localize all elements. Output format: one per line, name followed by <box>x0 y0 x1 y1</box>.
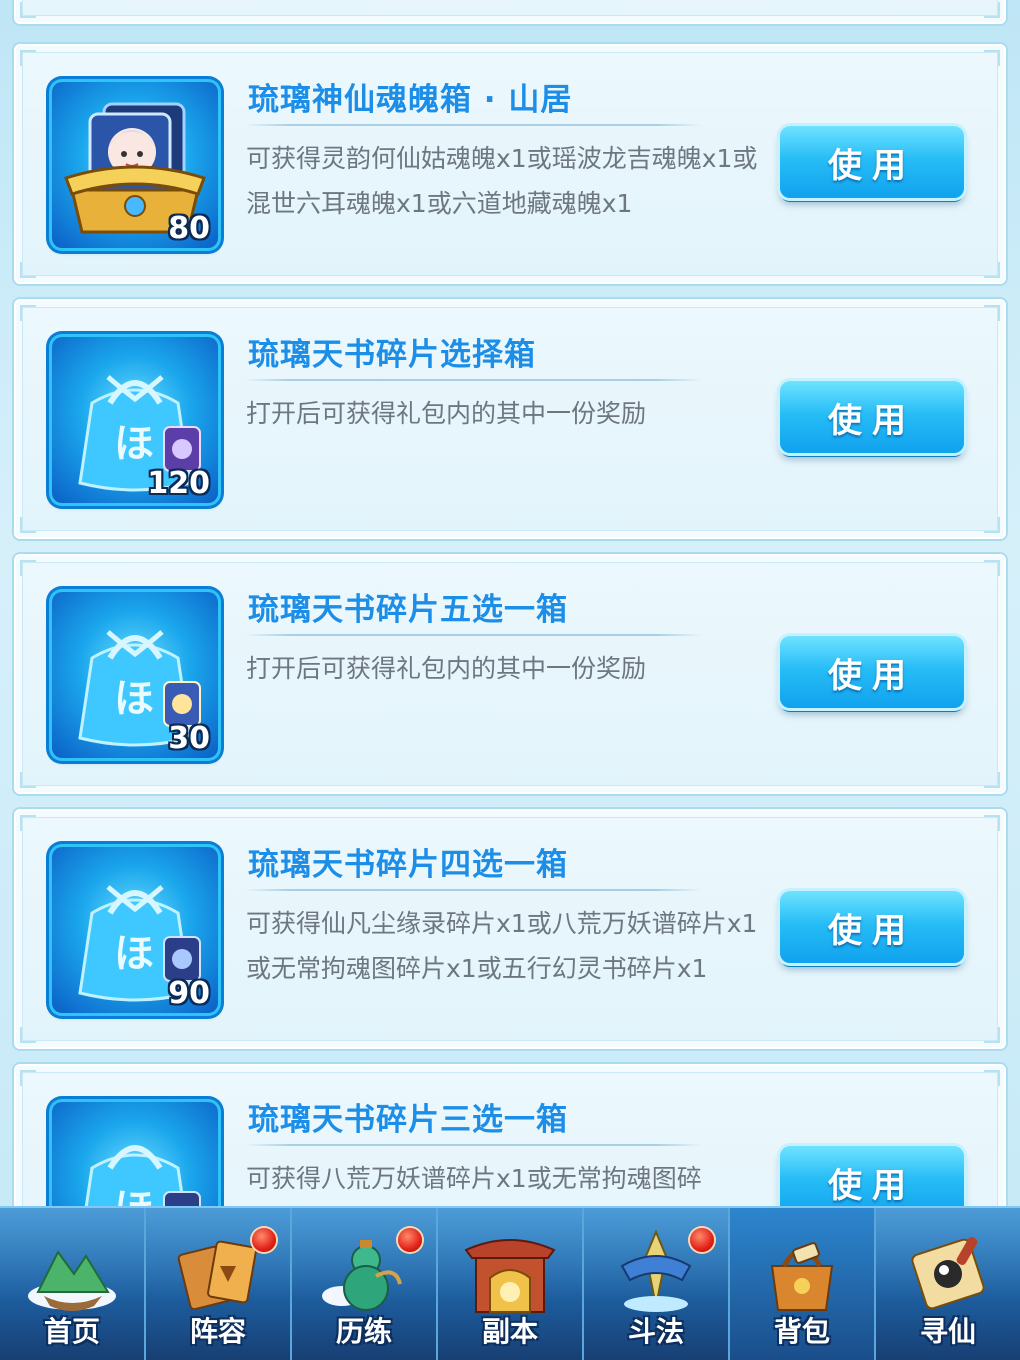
nav-label: 斗法 <box>627 1315 684 1348</box>
bag-icon <box>770 1242 834 1311</box>
list-item: ほ 90 琉璃天书碎片四选一箱 可获得仙凡尘缘录碎片x1或八荒万妖谱碎片x1或无… <box>14 809 1006 1049</box>
nav-item-battle[interactable]: 斗法 <box>584 1208 730 1360</box>
divider <box>244 634 702 636</box>
item-title: 琉璃天书碎片四选一箱 <box>248 847 568 883</box>
item-quantity: 30 <box>168 721 210 756</box>
svg-text:ほ: ほ <box>114 676 154 722</box>
bottom-nav: 首页 阵容 历练 副本 斗法 背包 寻仙 <box>0 1208 1020 1360</box>
nav-item-seek-immortal[interactable]: 寻仙 <box>876 1208 1020 1360</box>
item-description: 可获得八荒万妖谱碎片x1或无常拘魂图碎 <box>246 1164 702 1193</box>
scroll-icon <box>911 1236 985 1310</box>
svg-text:ほ: ほ <box>114 421 154 467</box>
nav-label: 首页 <box>43 1315 100 1348</box>
list-item: 80 琉璃神仙魂魄箱 · 山居 可获得灵韵何仙姑魂魄x1或瑶波龙吉魂魄x1或混世… <box>14 44 1006 284</box>
item-description: 可获得仙凡尘缘录碎片x1或八荒万妖谱碎片x1或无常拘魂图碎片x1或五行幻灵书碎片… <box>246 909 758 983</box>
nav-item-dungeon[interactable]: 副本 <box>438 1208 584 1360</box>
nav-item-bag[interactable]: 背包 <box>730 1208 876 1360</box>
gift-bag-icon[interactable]: ほ 90 <box>52 847 218 1013</box>
nav-item-home[interactable]: 首页 <box>0 1208 146 1360</box>
gift-bag-icon[interactable]: ほ 30 <box>52 592 218 758</box>
notification-badge <box>690 1228 714 1252</box>
item-quantity: 90 <box>168 976 210 1011</box>
item-description: 打开后可获得礼包内的其中一份奖励 <box>246 399 647 428</box>
item-description: 可获得灵韵何仙姑魂魄x1或瑶波龙吉魂魄x1或混世六耳魂魄x1或六道地藏魂魄x1 <box>246 144 758 218</box>
use-button[interactable]: 使用 <box>780 1146 964 1208</box>
divider <box>244 1144 702 1146</box>
item-title: 琉璃天书碎片选择箱 <box>248 337 536 373</box>
list-item: ほ 琉璃天书碎片三选一箱 可获得八荒万妖谱碎片x1或无常拘魂图碎 使用 <box>14 1064 1006 1208</box>
divider <box>244 889 702 891</box>
use-button[interactable]: 使用 <box>780 126 964 198</box>
use-button[interactable]: 使用 <box>780 636 964 708</box>
gift-bag-icon[interactable]: ほ 120 <box>52 337 218 503</box>
item-title: 琉璃天书碎片三选一箱 <box>248 1102 568 1138</box>
nav-item-lineup[interactable]: 阵容 <box>146 1208 292 1360</box>
item-title: 琉璃天书碎片五选一箱 <box>248 592 568 628</box>
svg-text:ほ: ほ <box>114 1186 154 1208</box>
gift-bag-icon[interactable]: ほ <box>52 1102 218 1208</box>
nav-label: 阵容 <box>189 1315 246 1348</box>
nav-label: 背包 <box>773 1315 830 1348</box>
nav-label: 历练 <box>335 1315 392 1348</box>
home-island-icon <box>28 1250 116 1311</box>
gate-icon <box>464 1239 556 1313</box>
use-button[interactable]: 使用 <box>780 891 964 963</box>
nav-item-training[interactable]: 历练 <box>292 1208 438 1360</box>
item-quantity: 80 <box>168 211 210 246</box>
item-title: 琉璃神仙魂魄箱 · 山居 <box>248 82 573 118</box>
list-item: ほ 30 琉璃天书碎片五选一箱 打开后可获得礼包内的其中一份奖励 使用 <box>14 554 1006 794</box>
list-item: ほ 120 琉璃天书碎片选择箱 打开后可获得礼包内的其中一份奖励 使用 <box>14 299 1006 539</box>
notification-badge <box>252 1228 276 1252</box>
treasure-chest-icon[interactable]: 80 <box>52 82 218 248</box>
nav-label: 副本 <box>481 1315 538 1348</box>
use-button[interactable]: 使用 <box>780 381 964 453</box>
list-item-partial-top <box>14 0 1006 24</box>
item-list[interactable]: 80 琉璃神仙魂魄箱 · 山居 可获得灵韵何仙姑魂魄x1或瑶波龙吉魂魄x1或混世… <box>0 0 1020 1208</box>
item-quantity: 120 <box>147 466 210 501</box>
svg-text:ほ: ほ <box>114 931 154 977</box>
item-description: 打开后可获得礼包内的其中一份奖励 <box>246 654 647 683</box>
divider <box>244 124 702 126</box>
divider <box>244 379 702 381</box>
notification-badge <box>398 1228 422 1252</box>
nav-label: 寻仙 <box>919 1315 976 1348</box>
